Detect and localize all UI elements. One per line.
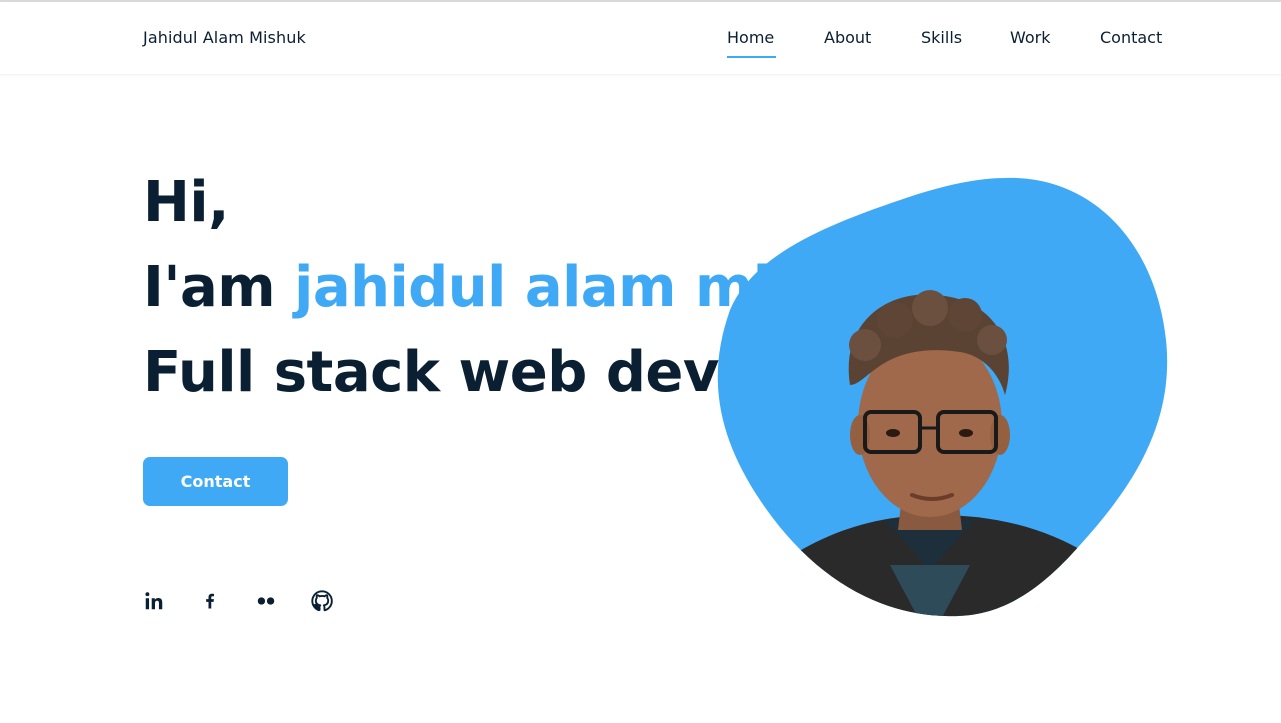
nav-about[interactable]: About bbox=[824, 28, 871, 47]
facebook-icon[interactable] bbox=[197, 588, 223, 614]
hero-image bbox=[700, 170, 1180, 630]
hero-intro-prefix: I'am bbox=[143, 255, 295, 320]
nav-contact[interactable]: Contact bbox=[1100, 28, 1162, 47]
github-icon[interactable] bbox=[309, 588, 335, 614]
contact-button[interactable]: Contact bbox=[143, 457, 288, 506]
linkedin-icon[interactable] bbox=[141, 588, 167, 614]
site-header: Jahidul Alam Mishuk Home About Skills Wo… bbox=[0, 2, 1281, 75]
hero-greeting: Hi, bbox=[143, 170, 229, 235]
nav-home[interactable]: Home bbox=[727, 28, 774, 47]
nav-skills[interactable]: Skills bbox=[921, 28, 962, 47]
active-nav-indicator bbox=[727, 56, 776, 58]
main-nav: Home About Skills Work Contact bbox=[0, 28, 1281, 68]
nav-work[interactable]: Work bbox=[1010, 28, 1051, 47]
flickr-icon[interactable] bbox=[253, 588, 279, 614]
